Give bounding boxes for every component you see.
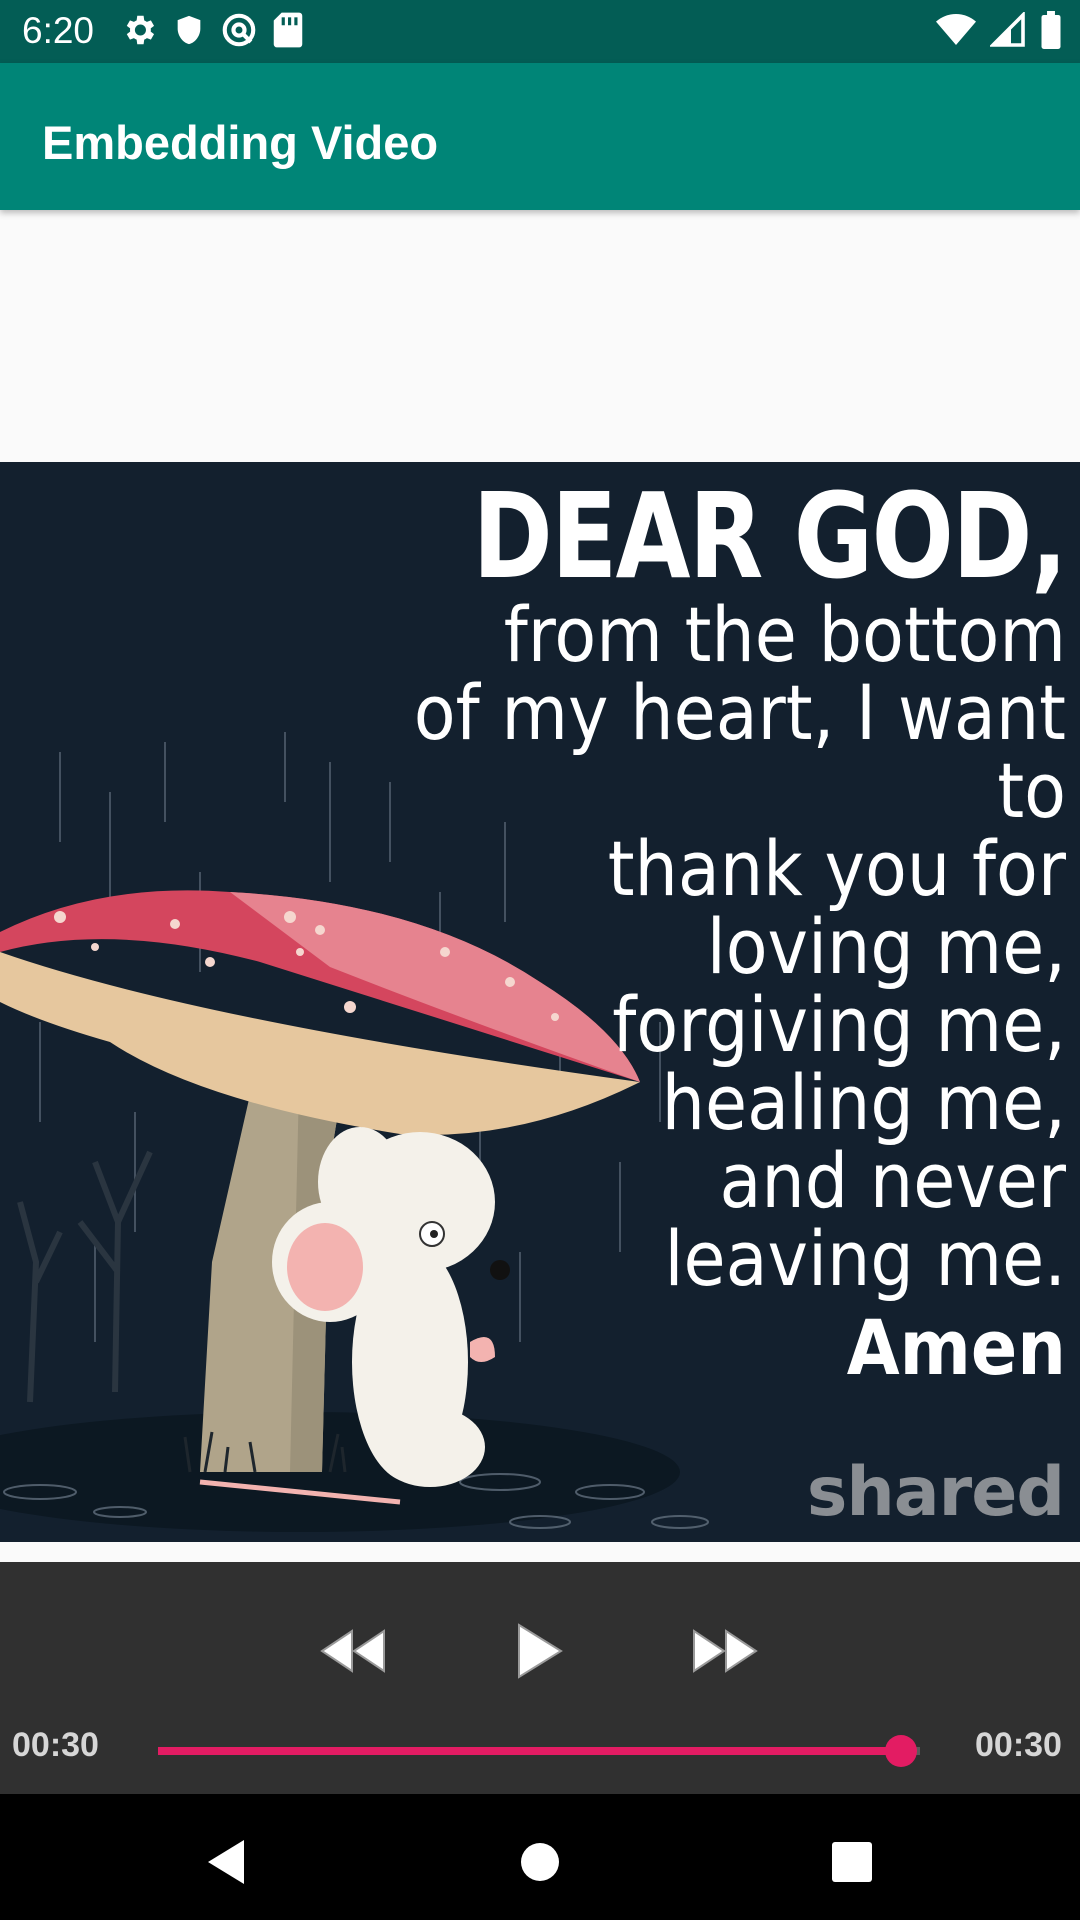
- page-title: Embedding Video: [42, 116, 439, 169]
- seek-progress: [158, 1747, 901, 1755]
- caption-line: from the bottom: [503, 590, 1066, 679]
- caption-line: and never: [719, 1136, 1066, 1225]
- fast-forward-icon[interactable]: [680, 1606, 770, 1696]
- caption-closing: Amen: [846, 1303, 1066, 1392]
- watermark-logo: shared: [806, 1453, 1065, 1532]
- total-time: 00:30: [975, 1726, 1062, 1764]
- sd-card-icon: [272, 11, 304, 53]
- caption-line: loving me,: [706, 902, 1066, 991]
- back-icon[interactable]: [186, 1822, 266, 1902]
- signal-icon: [988, 10, 1026, 52]
- wifi-icon: [936, 12, 976, 52]
- status-time: 6:20: [22, 10, 95, 51]
- caption-line: leaving me.: [664, 1214, 1066, 1303]
- video-caption: DEAR GOD, from the bottom of my heart, I…: [306, 467, 1068, 1398]
- caption-line: healing me,: [661, 1058, 1066, 1147]
- caption-line: of my heart, I want to: [413, 668, 1066, 835]
- shield-icon: [172, 11, 206, 53]
- seek-thumb[interactable]: [884, 1735, 917, 1767]
- home-icon[interactable]: [500, 1822, 580, 1902]
- caption-line: forgiving me,: [612, 980, 1066, 1069]
- caption-heading: DEAR GOD,: [472, 467, 1068, 605]
- gear-icon: [120, 11, 158, 53]
- vpn-key-icon: [220, 11, 258, 53]
- seek-bar[interactable]: [158, 1735, 920, 1767]
- caption-line: thank you for: [607, 824, 1066, 913]
- navigation-bar: [0, 1794, 1080, 1920]
- status-bar: 6:20: [0, 0, 1080, 63]
- video-player[interactable]: DEAR GOD, from the bottom of my heart, I…: [0, 462, 1080, 1542]
- play-icon[interactable]: [494, 1606, 584, 1696]
- media-controller: [0, 1562, 1080, 1794]
- current-time: 00:30: [12, 1726, 99, 1764]
- battery-icon: [1040, 11, 1062, 53]
- rewind-icon[interactable]: [308, 1606, 398, 1696]
- app-bar: Embedding Video: [0, 63, 1080, 210]
- recents-icon[interactable]: [812, 1822, 892, 1902]
